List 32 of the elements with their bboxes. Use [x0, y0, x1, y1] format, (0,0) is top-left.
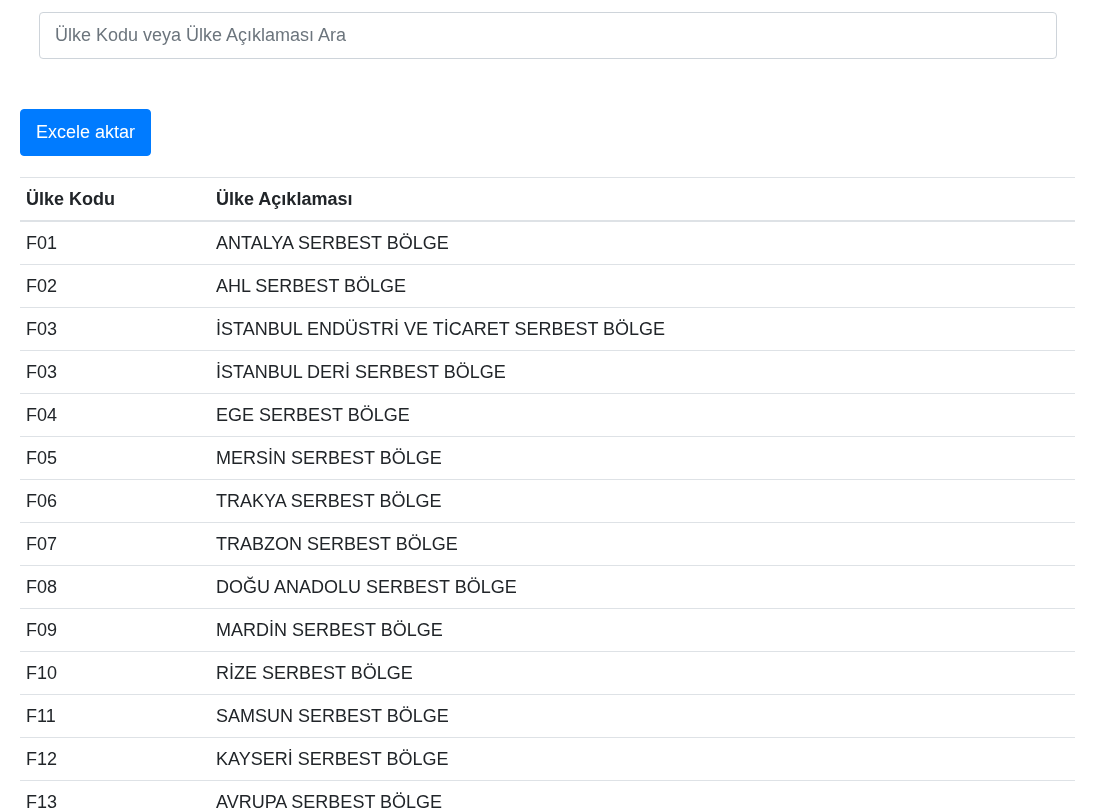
table-cell: F08	[20, 565, 210, 609]
table-cell: RİZE SERBEST BÖLGE	[210, 651, 1075, 695]
table-cell: F10	[20, 651, 210, 695]
table-cell: AVRUPA SERBEST BÖLGE	[210, 780, 1075, 812]
table-cell: F02	[20, 264, 210, 308]
table-cell: F12	[20, 737, 210, 781]
table-cell: F06	[20, 479, 210, 523]
table-cell: İSTANBUL ENDÜSTRİ VE TİCARET SERBEST BÖLGE	[210, 307, 1075, 351]
table-cell: DOĞU ANADOLU SERBEST BÖLGE	[210, 565, 1075, 609]
table-cell: F04	[20, 393, 210, 437]
table-cell: F07	[20, 522, 210, 566]
table-cell: MERSİN SERBEST BÖLGE	[210, 436, 1075, 480]
table-cell: F03	[20, 350, 210, 394]
table-cell: MARDİN SERBEST BÖLGE	[210, 608, 1075, 652]
column-header: Ülke Açıklaması	[210, 177, 1075, 221]
table-cell: AHL SERBEST BÖLGE	[210, 264, 1075, 308]
table-cell: SAMSUN SERBEST BÖLGE	[210, 694, 1075, 738]
table-cell: İSTANBUL DERİ SERBEST BÖLGE	[210, 350, 1075, 394]
search-field[interactable]: Ülke Kodu veya Ülke Açıklaması Ara	[39, 12, 1057, 59]
table-cell: ANTALYA SERBEST BÖLGE	[210, 221, 1075, 265]
table-cell: EGE SERBEST BÖLGE	[210, 393, 1075, 437]
table-cell: F05	[20, 436, 210, 480]
column-header: Ülke Kodu	[20, 177, 210, 221]
table-cell: F01	[20, 221, 210, 265]
table-cell: TRAKYA SERBEST BÖLGE	[210, 479, 1075, 523]
export-button[interactable]: Excele aktar	[20, 109, 152, 156]
table-cell: TRABZON SERBEST BÖLGE	[210, 522, 1075, 566]
table-cell: F13	[20, 780, 210, 812]
table-cell: F03	[20, 307, 210, 351]
table-cell: F09	[20, 608, 210, 652]
table-cell: F11	[20, 694, 210, 738]
table-cell: KAYSERİ SERBEST BÖLGE	[210, 737, 1075, 781]
